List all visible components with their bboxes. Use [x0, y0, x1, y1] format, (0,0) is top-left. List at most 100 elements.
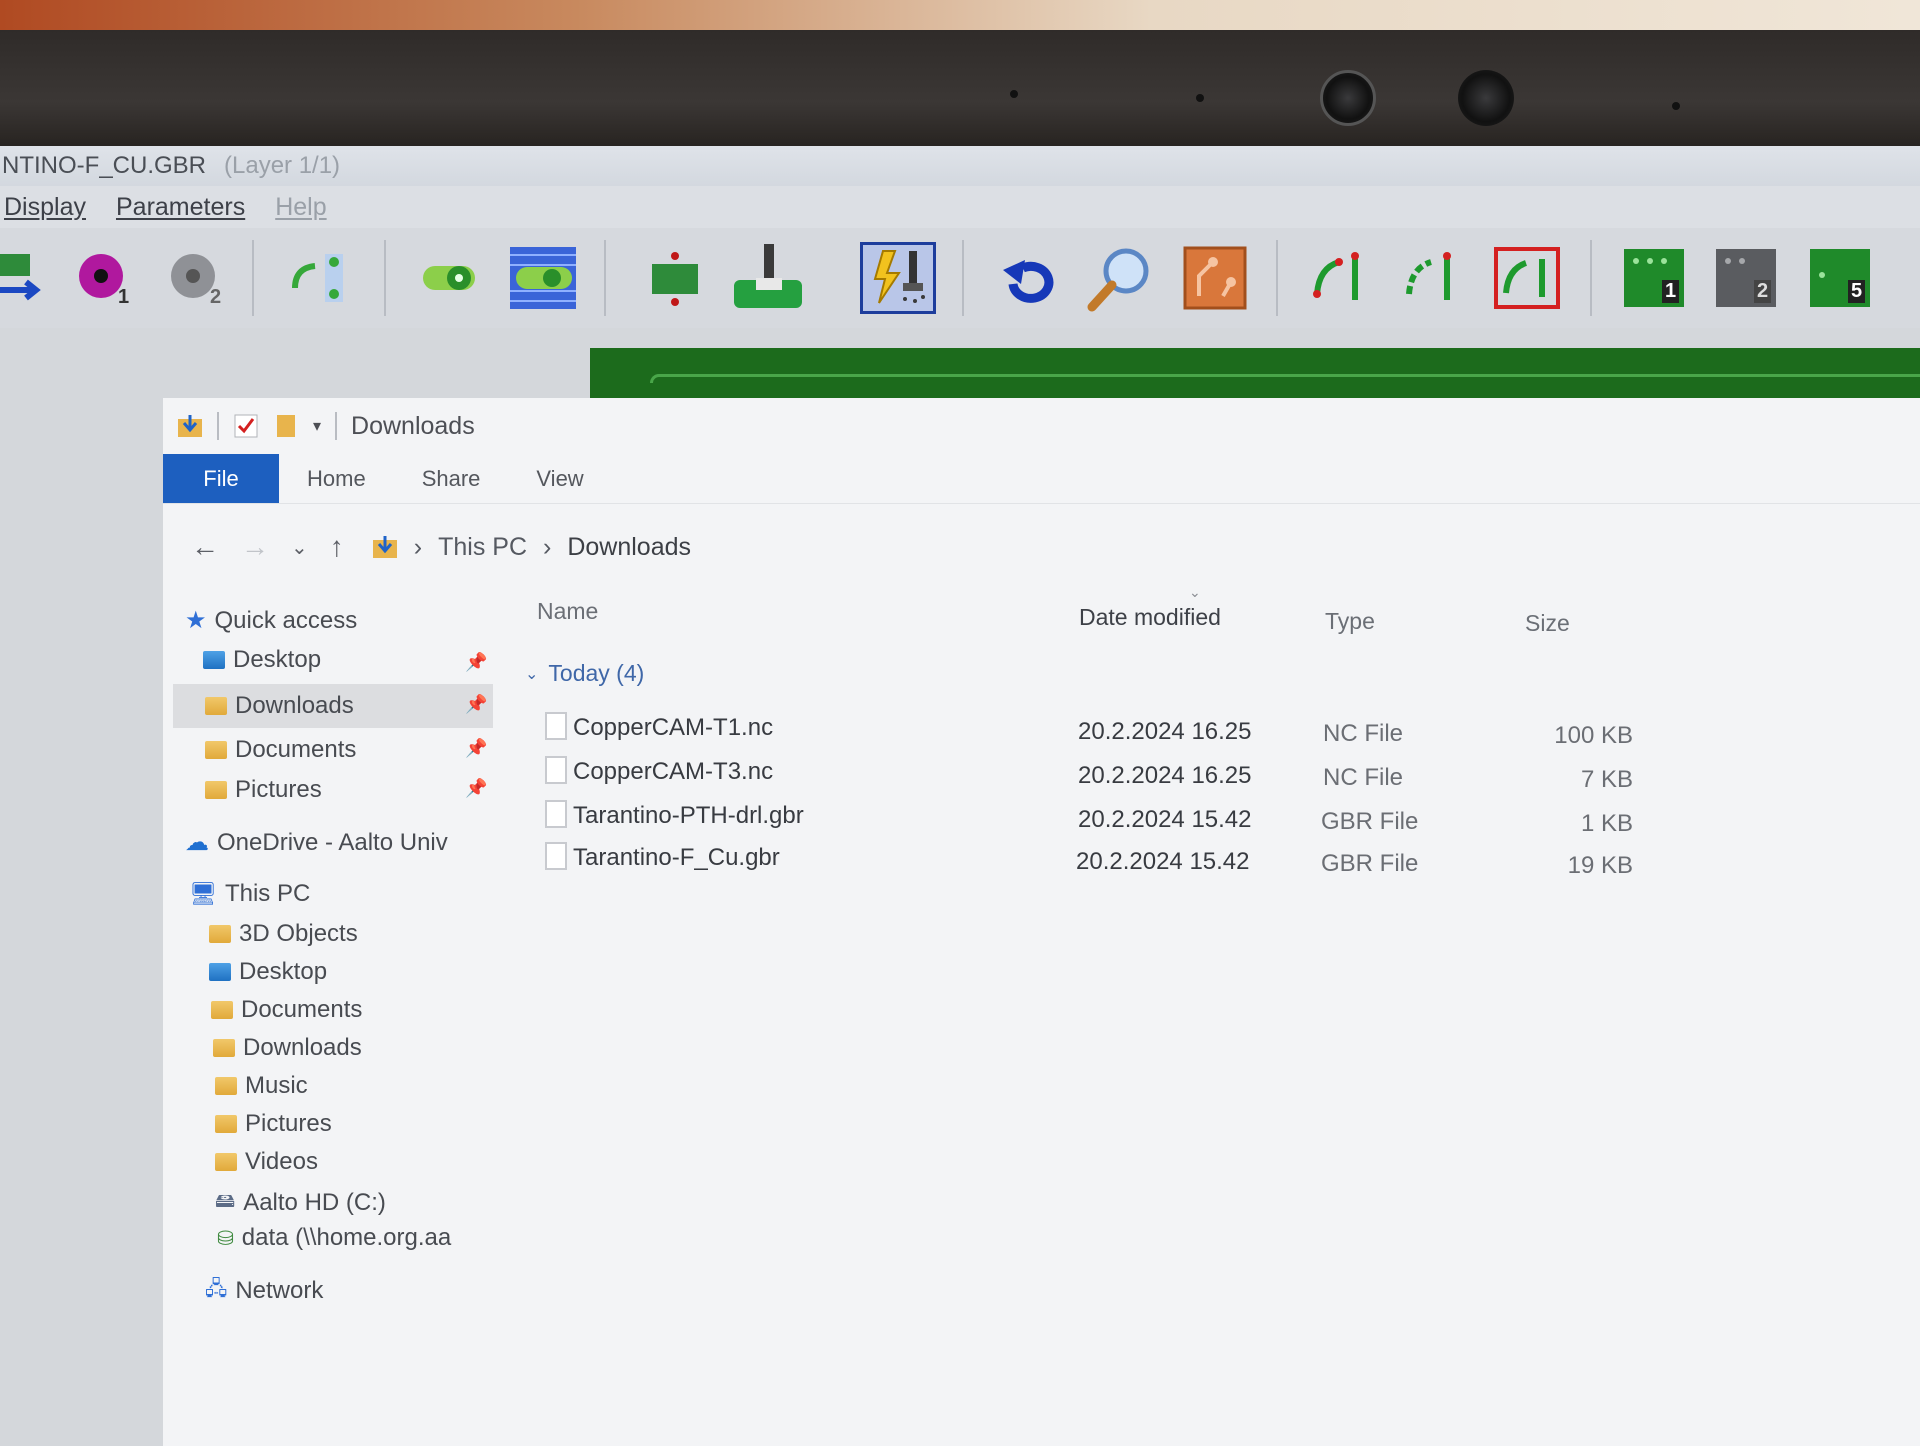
menu-display[interactable]: Display — [4, 193, 86, 222]
group-header-today[interactable]: ⌄ Today (4) — [525, 660, 644, 687]
toolbar-route-a-button[interactable] — [1306, 242, 1376, 314]
breadcrumb-separator-icon: › — [413, 532, 423, 561]
toolbar-route-b-button[interactable] — [1398, 242, 1468, 314]
desktop-folder-icon — [203, 651, 225, 669]
nav-network-drive[interactable]: ⛁ data (\\home.org.aa — [217, 1224, 451, 1252]
tab-home[interactable]: Home — [279, 454, 394, 503]
drive-icon: 🖴 — [215, 1190, 236, 1212]
nav-pinned-downloads[interactable]: Downloads — [173, 684, 493, 728]
customize-dropdown-icon[interactable]: ▾ — [313, 416, 321, 436]
table-row[interactable]: Tarantino-F_Cu.gbr 20.2.2024 15.42 GBR F… — [513, 840, 1913, 879]
pictures-folder-icon — [205, 781, 227, 799]
file-type: GBR File — [1321, 808, 1419, 835]
back-arrow-icon[interactable]: ← — [191, 531, 219, 563]
toolbar-contour-button[interactable] — [410, 242, 490, 314]
nav-local-disk[interactable]: 🖴 Aalto HD (C:) — [215, 1186, 386, 1220]
nav-documents[interactable]: Documents — [211, 996, 362, 1024]
pin-icon[interactable]: 📌 — [465, 694, 487, 715]
nav-pinned-pictures[interactable]: Pictures — [205, 776, 322, 804]
toolbar-hatch-button[interactable] — [506, 242, 580, 314]
desktop-folder-icon — [209, 963, 231, 981]
tab-share[interactable]: Share — [394, 454, 509, 503]
column-header-name[interactable]: Name — [537, 598, 598, 625]
new-folder-icon[interactable] — [273, 413, 299, 439]
toolbar-pad-1-button[interactable]: 1 — [68, 242, 138, 314]
nav-label: Aalto HD (C:) — [243, 1189, 386, 1216]
menu-help[interactable]: Help — [275, 193, 326, 222]
nav-label: 3D Objects — [239, 920, 358, 947]
table-row[interactable]: CopperCAM-T1.nc 20.2.2024 16.25 NC File … — [513, 710, 1913, 749]
nav-this-pc[interactable]: 🖥 This PC — [189, 880, 310, 908]
file-type: NC File — [1323, 720, 1404, 747]
recent-locations-chevron-icon[interactable]: ⌄ — [291, 535, 308, 560]
pin-icon[interactable]: 📌 — [465, 652, 487, 673]
pin-icon[interactable]: 📌 — [465, 778, 487, 799]
coppercam-titlebar: NTINO-F_CU.GBR (Layer 1/1) — [0, 146, 1920, 186]
breadcrumb[interactable]: › This PC › Downloads — [372, 533, 691, 562]
engrave-lightning-icon — [873, 250, 925, 304]
breadcrumb-separator-icon: › — [543, 532, 552, 561]
toolbar-zoom-button[interactable] — [1086, 242, 1156, 314]
nav-3d-objects[interactable]: 3D Objects — [209, 920, 358, 948]
tab-view[interactable]: View — [508, 454, 611, 503]
nav-pinned-documents[interactable]: Documents — [205, 736, 356, 764]
breadcrumb-downloads[interactable]: Downloads — [567, 533, 691, 562]
file-size: 1 KB — [1580, 810, 1633, 837]
toolbar-pad-2-button[interactable]: 2 — [160, 242, 230, 314]
nav-label: Quick access — [214, 606, 358, 634]
forward-arrow-icon[interactable]: → — [241, 531, 269, 563]
nav-downloads[interactable]: Downloads — [213, 1034, 362, 1062]
undo-icon — [1003, 260, 1054, 303]
toolbar-separator — [252, 240, 254, 316]
nav-videos[interactable]: Videos — [215, 1148, 318, 1176]
column-header-type[interactable]: Type — [1325, 608, 1375, 635]
table-row[interactable]: CopperCAM-T3.nc 20.2.2024 16.25 NC File … — [513, 754, 1913, 793]
nav-pictures[interactable]: Pictures — [215, 1110, 332, 1138]
breadcrumb-this-pc[interactable]: This PC — [438, 533, 527, 562]
nav-desktop[interactable]: Desktop — [209, 958, 327, 986]
toolbar-open-button[interactable] — [0, 242, 44, 314]
toolbar-engrave-button[interactable] — [860, 242, 936, 314]
collapse-chevron-icon: ⌄ — [525, 665, 539, 683]
open-board-icon — [0, 254, 41, 301]
toolbar-drill-board-button[interactable] — [644, 242, 708, 314]
toolbar-separator — [604, 240, 606, 316]
nav-label: Downloads — [235, 692, 354, 719]
track-route-icon — [292, 254, 343, 302]
nav-quick-access[interactable]: ★ Quick access — [185, 606, 357, 635]
toolbar-layer-1-button[interactable]: 1 — [1620, 242, 1690, 314]
up-arrow-icon[interactable]: ↑ — [330, 531, 344, 563]
column-header-size[interactable]: Size — [1525, 610, 1570, 637]
nav-pinned-desktop[interactable]: Desktop — [203, 646, 463, 674]
coppercam-toolbar: 1 2 1 2 5 — [0, 228, 1920, 328]
toolbar-route-c-button[interactable] — [1490, 242, 1564, 314]
toolbar-mill-button[interactable] — [728, 242, 808, 314]
menu-parameters[interactable]: Parameters — [116, 193, 245, 222]
nav-network[interactable]: 🖧 Network — [205, 1274, 323, 1308]
toolbar-track-button[interactable] — [280, 242, 360, 314]
nav-label: data (\\home.org.aa — [241, 1224, 452, 1251]
file-name: Tarantino-F_Cu.gbr — [573, 844, 780, 871]
copper-board-icon — [1183, 246, 1247, 310]
laptop-bezel — [0, 30, 1920, 150]
nav-label: Pictures — [235, 776, 322, 803]
properties-checkmark-icon[interactable] — [233, 413, 259, 439]
navigation-pane: ★ Quick access Desktop 📌 Downloads 📌 Doc… — [163, 588, 493, 1446]
documents-folder-icon — [211, 1001, 233, 1019]
tab-file[interactable]: File — [163, 454, 279, 503]
pin-icon[interactable]: 📌 — [465, 738, 487, 759]
hatch-fill-icon — [510, 247, 576, 309]
table-row[interactable]: Tarantino-PTH-drl.gbr 20.2.2024 15.42 GB… — [513, 798, 1913, 837]
coppercam-menubar: Display Parameters Help — [0, 186, 1920, 228]
quick-access-toolbar: ▾ Downloads — [163, 398, 1920, 454]
toolbar-layer-2-button[interactable]: 2 — [1712, 242, 1782, 314]
toolbar-copper-button[interactable] — [1180, 242, 1250, 314]
nav-music[interactable]: Music — [215, 1072, 308, 1100]
toolbar-layer-5-button[interactable]: 5 — [1806, 242, 1876, 314]
column-header-date-modified[interactable]: Date modified — [1079, 604, 1221, 631]
file-name: CopperCAM-T1.nc — [573, 714, 774, 741]
toolbar-undo-button[interactable] — [996, 242, 1066, 314]
nav-onedrive[interactable]: ☁ OneDrive - Aalto Univ — [185, 828, 448, 857]
bezel-sensor — [1672, 102, 1680, 110]
network-icon: 🖧 — [205, 1278, 228, 1300]
